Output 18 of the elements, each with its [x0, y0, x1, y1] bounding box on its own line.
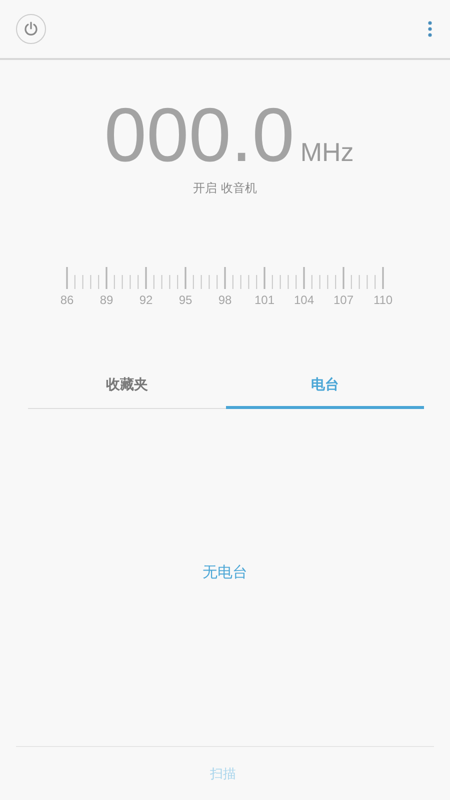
scale-label: 107 — [333, 293, 354, 307]
power-icon — [23, 21, 39, 37]
frequency-unit: MHz — [300, 137, 354, 168]
scale-label: 104 — [294, 293, 314, 307]
empty-message: 无电台 — [202, 563, 248, 582]
power-button[interactable] — [16, 14, 46, 44]
tab[interactable]: 电台 — [226, 363, 424, 409]
tab[interactable]: 收藏夹 — [28, 363, 226, 409]
more-icon — [428, 21, 432, 37]
radio-status-text: 开启 收音机 — [192, 180, 258, 197]
scale-label: 86 — [60, 293, 74, 307]
frequency-value: 000.0 — [104, 98, 294, 174]
scale-label: 98 — [218, 293, 232, 307]
scale-label: 110 — [373, 293, 393, 307]
scale-label: 92 — [139, 293, 153, 307]
scale-label: 89 — [100, 293, 114, 307]
scale-label: 101 — [254, 293, 275, 307]
scale-label: 95 — [178, 293, 192, 307]
